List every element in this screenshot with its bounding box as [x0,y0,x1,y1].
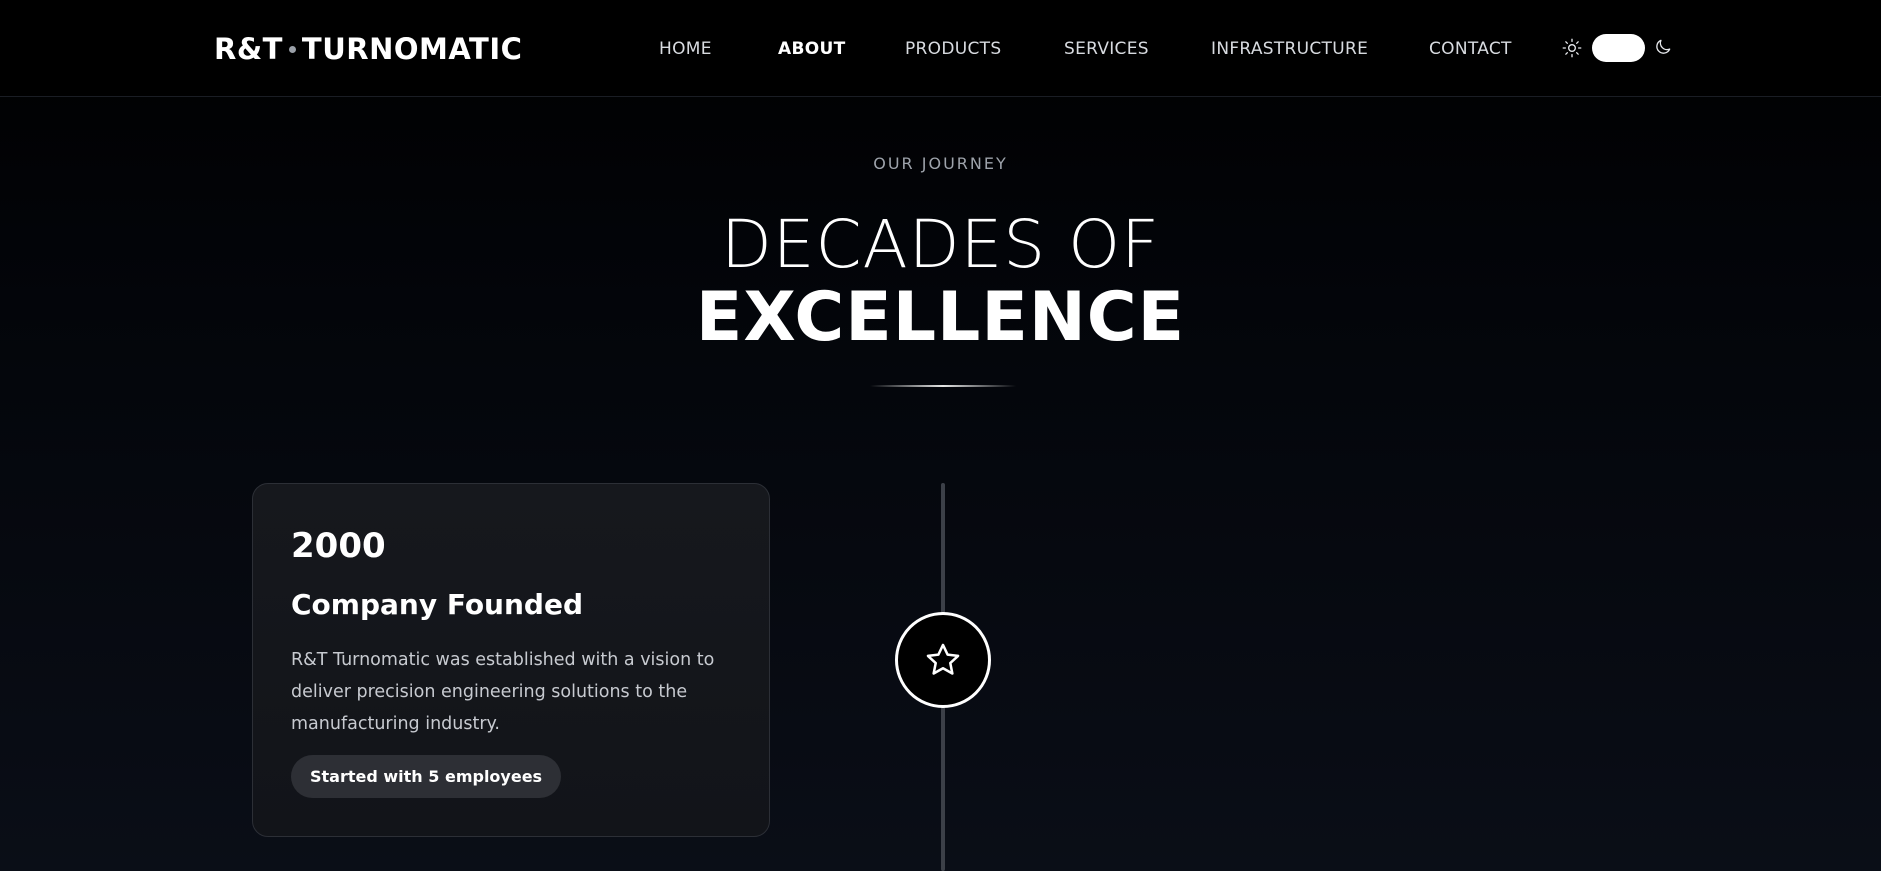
page: R&T TURNOMATIC HOME ABOUT PRODUCTS SERVI… [0,0,1881,871]
timeline-title: Company Founded [291,588,584,621]
title-divider [870,385,1016,387]
section-title-bold: EXCELLENCE [695,278,1186,357]
star-icon [926,643,960,675]
nav-item-about[interactable]: ABOUT [778,39,845,59]
nav-item-infrastructure[interactable]: INFRASTRUCTURE [1211,39,1368,59]
timeline-description: R&T Turnomatic was established with a vi… [291,650,715,734]
nav-item-products[interactable]: PRODUCTS [905,39,1001,59]
section-title-light: DECADES OF [720,206,1161,283]
nav-item-contact[interactable]: CONTACT [1429,39,1512,59]
moon-icon[interactable] [1653,37,1673,57]
nav-item-services[interactable]: SERVICES [1064,39,1149,59]
theme-switch[interactable] [1592,34,1645,62]
timeline-node [895,612,991,708]
timeline-year: 2000 [291,526,386,566]
nav-item-home[interactable]: HOME [659,39,712,59]
timeline-card: 2000 Company Founded R&T Turnomatic was … [252,483,770,837]
section-eyebrow: OUR JOURNEY [873,154,1008,173]
timeline-badge: Started with 5 employees [291,755,562,798]
theme-toggle [1562,34,1674,62]
sun-icon[interactable] [1562,38,1582,58]
site-header: R&T TURNOMATIC HOME ABOUT PRODUCTS SERVI… [0,0,1881,97]
